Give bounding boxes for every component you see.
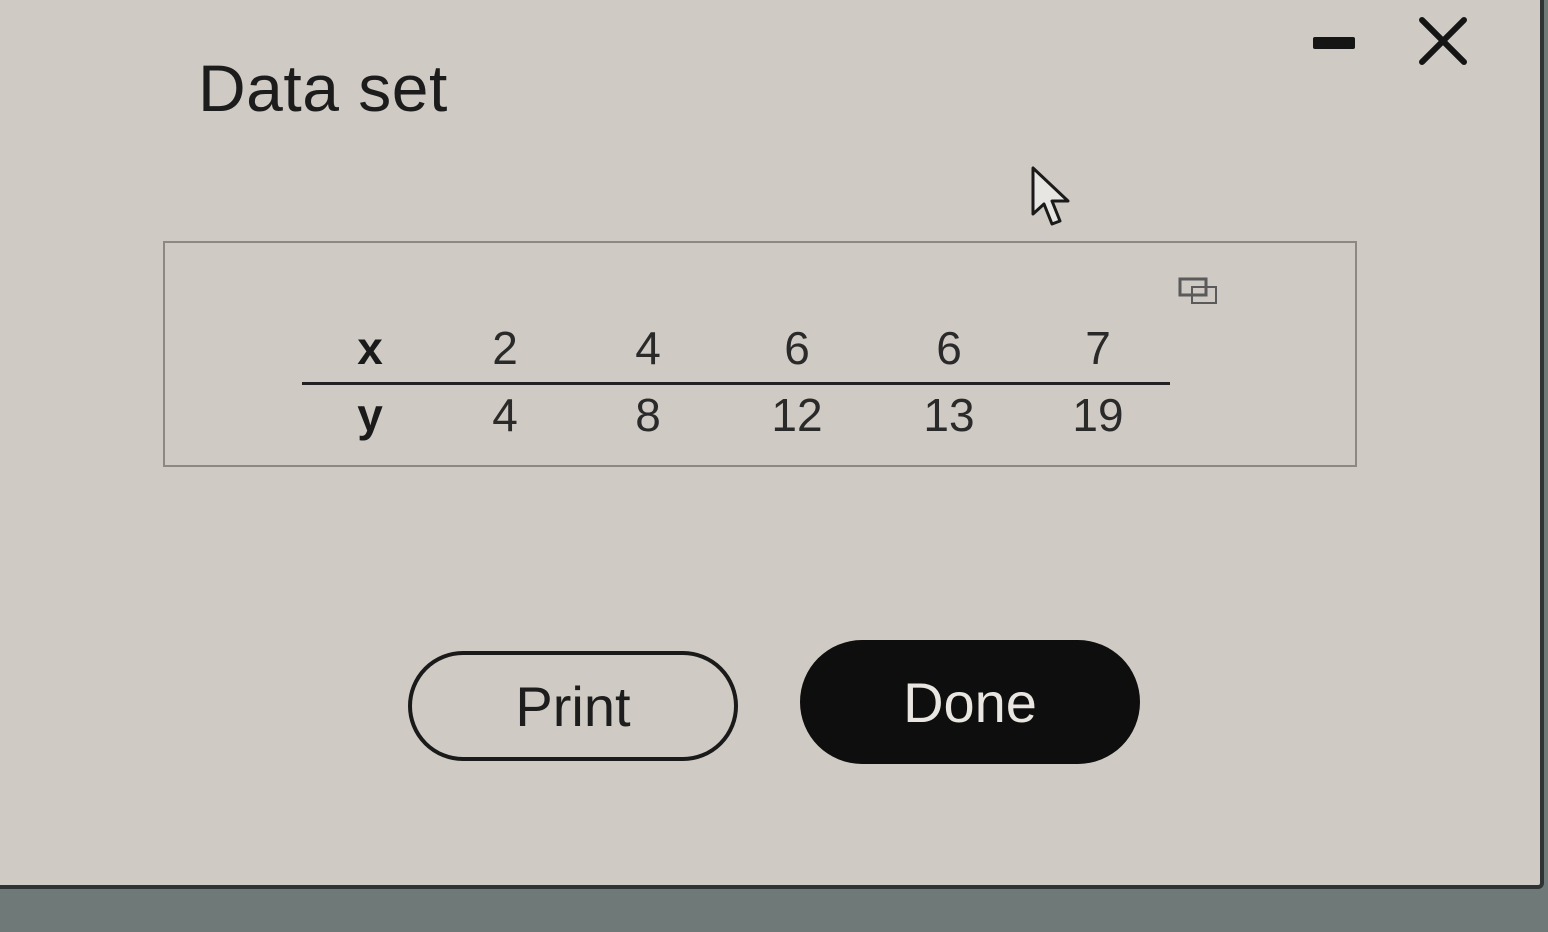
data-set-dialog: Data set x 2 4 6 6 7 y 4 8 12 13 19 Prin… <box>0 0 1544 889</box>
x-value-4: 6 <box>936 322 962 374</box>
minimize-icon <box>1313 37 1355 49</box>
table-row-x: x 2 4 6 6 7 <box>165 321 1355 385</box>
dialog-title: Data set <box>198 51 448 125</box>
row-header-x: x <box>357 322 383 374</box>
table-divider <box>302 382 1170 385</box>
mouse-pointer-icon <box>1030 166 1074 230</box>
print-button[interactable]: Print <box>408 651 738 761</box>
done-button[interactable]: Done <box>800 640 1140 764</box>
data-table: x 2 4 6 6 7 y 4 8 12 13 19 <box>163 241 1357 467</box>
y-value-3: 12 <box>771 389 823 441</box>
y-value-4: 13 <box>923 389 975 441</box>
table-row-y: y 4 8 12 13 19 <box>165 388 1355 452</box>
minimize-button[interactable] <box>1310 30 1358 58</box>
x-value-2: 4 <box>635 322 661 374</box>
copy-icon[interactable] <box>1177 276 1219 310</box>
close-icon <box>1419 17 1467 65</box>
y-value-5: 19 <box>1072 389 1124 441</box>
x-value-3: 6 <box>784 322 810 374</box>
y-value-1: 4 <box>492 389 518 441</box>
x-value-5: 7 <box>1085 322 1111 374</box>
y-value-2: 8 <box>635 389 661 441</box>
close-button[interactable] <box>1412 12 1472 72</box>
row-header-y: y <box>357 389 383 441</box>
x-value-1: 2 <box>492 322 518 374</box>
